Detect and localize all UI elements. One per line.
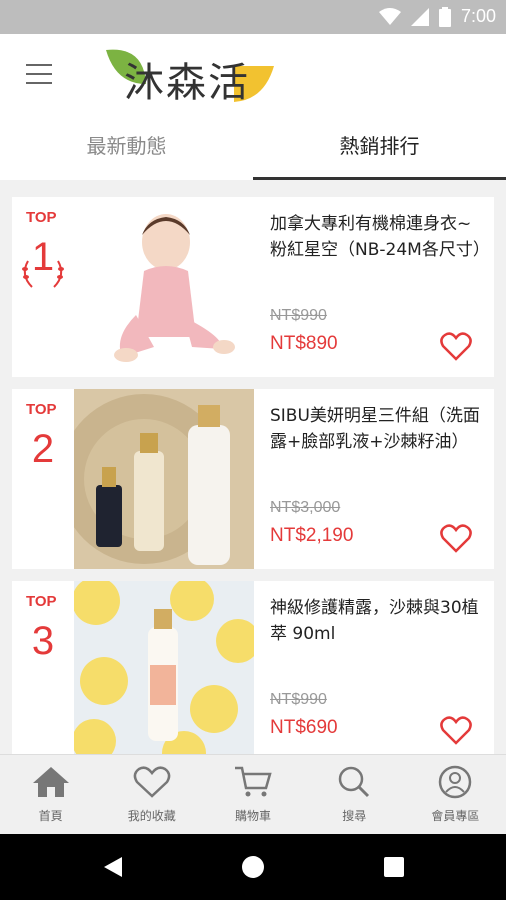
nav-label: 我的收藏 <box>127 809 176 823</box>
nav-favorites[interactable]: 我的收藏 <box>101 755 202 834</box>
original-price: NT$990 <box>270 691 327 708</box>
menu-icon[interactable] <box>26 64 52 84</box>
logo: 沐森活 <box>104 44 274 106</box>
rank-badge: TOP 3 <box>12 581 74 754</box>
rank-label: TOP <box>26 401 57 418</box>
logo-text: 沐森活 <box>124 60 250 106</box>
heart-icon <box>133 766 171 798</box>
original-price: NT$3,000 <box>270 499 341 516</box>
favorite-heart-icon[interactable] <box>440 331 472 361</box>
bottom-navigation: 首頁 我的收藏 購物車 搜尋 會員專區 <box>0 754 506 834</box>
nav-label: 購物車 <box>235 809 272 823</box>
favorite-heart-icon[interactable] <box>440 715 472 745</box>
system-navigation-bar <box>0 834 506 900</box>
home-button-icon[interactable] <box>241 855 265 879</box>
wifi-icon <box>378 7 401 25</box>
signal-icon <box>410 7 429 26</box>
tab-bar: 最新動態 熱銷排行 <box>0 114 506 180</box>
product-card[interactable]: TOP 1 加拿大專利有機棉連身衣~粉紅星空（NB-24M各尺寸） NT$990… <box>12 197 494 377</box>
favorite-heart-icon[interactable] <box>440 523 472 553</box>
nav-label: 首頁 <box>38 809 63 823</box>
laurel-icon <box>22 260 64 288</box>
search-icon <box>338 766 370 798</box>
app-bar: 沐森活 <box>0 34 506 114</box>
nav-home[interactable]: 首頁 <box>0 755 101 834</box>
recents-icon[interactable] <box>383 856 405 878</box>
rank-number: 2 <box>31 427 55 471</box>
rank-badge: TOP 2 <box>12 389 74 569</box>
user-icon <box>439 765 472 799</box>
product-title[interactable]: 神級修護精露，沙棘與30植萃 90ml <box>270 595 484 647</box>
product-title[interactable]: SIBU美妍明星三件組（洗面露+臉部乳液+沙棘籽油） <box>270 403 484 455</box>
product-image-baby[interactable] <box>74 197 254 377</box>
rank-badge: TOP 1 <box>12 197 74 377</box>
nav-member[interactable]: 會員專區 <box>405 755 506 834</box>
original-price: NT$990 <box>270 307 327 324</box>
sale-price: NT$890 <box>270 333 338 354</box>
nav-label: 會員專區 <box>431 809 480 823</box>
rank-label: TOP <box>26 209 57 226</box>
sale-price: NT$690 <box>270 717 338 738</box>
cart-icon <box>235 766 272 797</box>
product-list: TOP 1 加拿大專利有機棉連身衣~粉紅星空（NB-24M各尺寸） NT$990… <box>0 180 506 754</box>
product-title[interactable]: 加拿大專利有機棉連身衣~粉紅星空（NB-24M各尺寸） <box>270 211 490 263</box>
nav-label: 搜尋 <box>342 809 367 823</box>
product-image-skincare[interactable] <box>74 389 254 569</box>
battery-icon <box>438 6 451 27</box>
tab-latest-news[interactable]: 最新動態 <box>0 114 253 180</box>
home-icon <box>32 767 69 797</box>
rank-label: TOP <box>26 593 57 610</box>
clock: 7:00 <box>460 6 496 26</box>
back-icon[interactable] <box>102 855 124 879</box>
tab-best-sellers[interactable]: 熱銷排行 <box>253 114 506 180</box>
nav-cart[interactable]: 購物車 <box>202 755 303 834</box>
status-bar: 7:00 <box>0 0 506 34</box>
rank-number: 3 <box>31 619 55 663</box>
product-image-lemon[interactable] <box>74 581 254 754</box>
sale-price: NT$2,190 <box>270 525 354 546</box>
nav-search[interactable]: 搜尋 <box>304 755 405 834</box>
product-card[interactable]: TOP 3 神級修護精露，沙棘與30植萃 90ml NT$990 NT$690 <box>12 581 494 754</box>
product-card[interactable]: TOP 2 SIBU美妍明星三件組（洗面露+臉部乳液+沙棘籽油） NT$3,00… <box>12 389 494 569</box>
